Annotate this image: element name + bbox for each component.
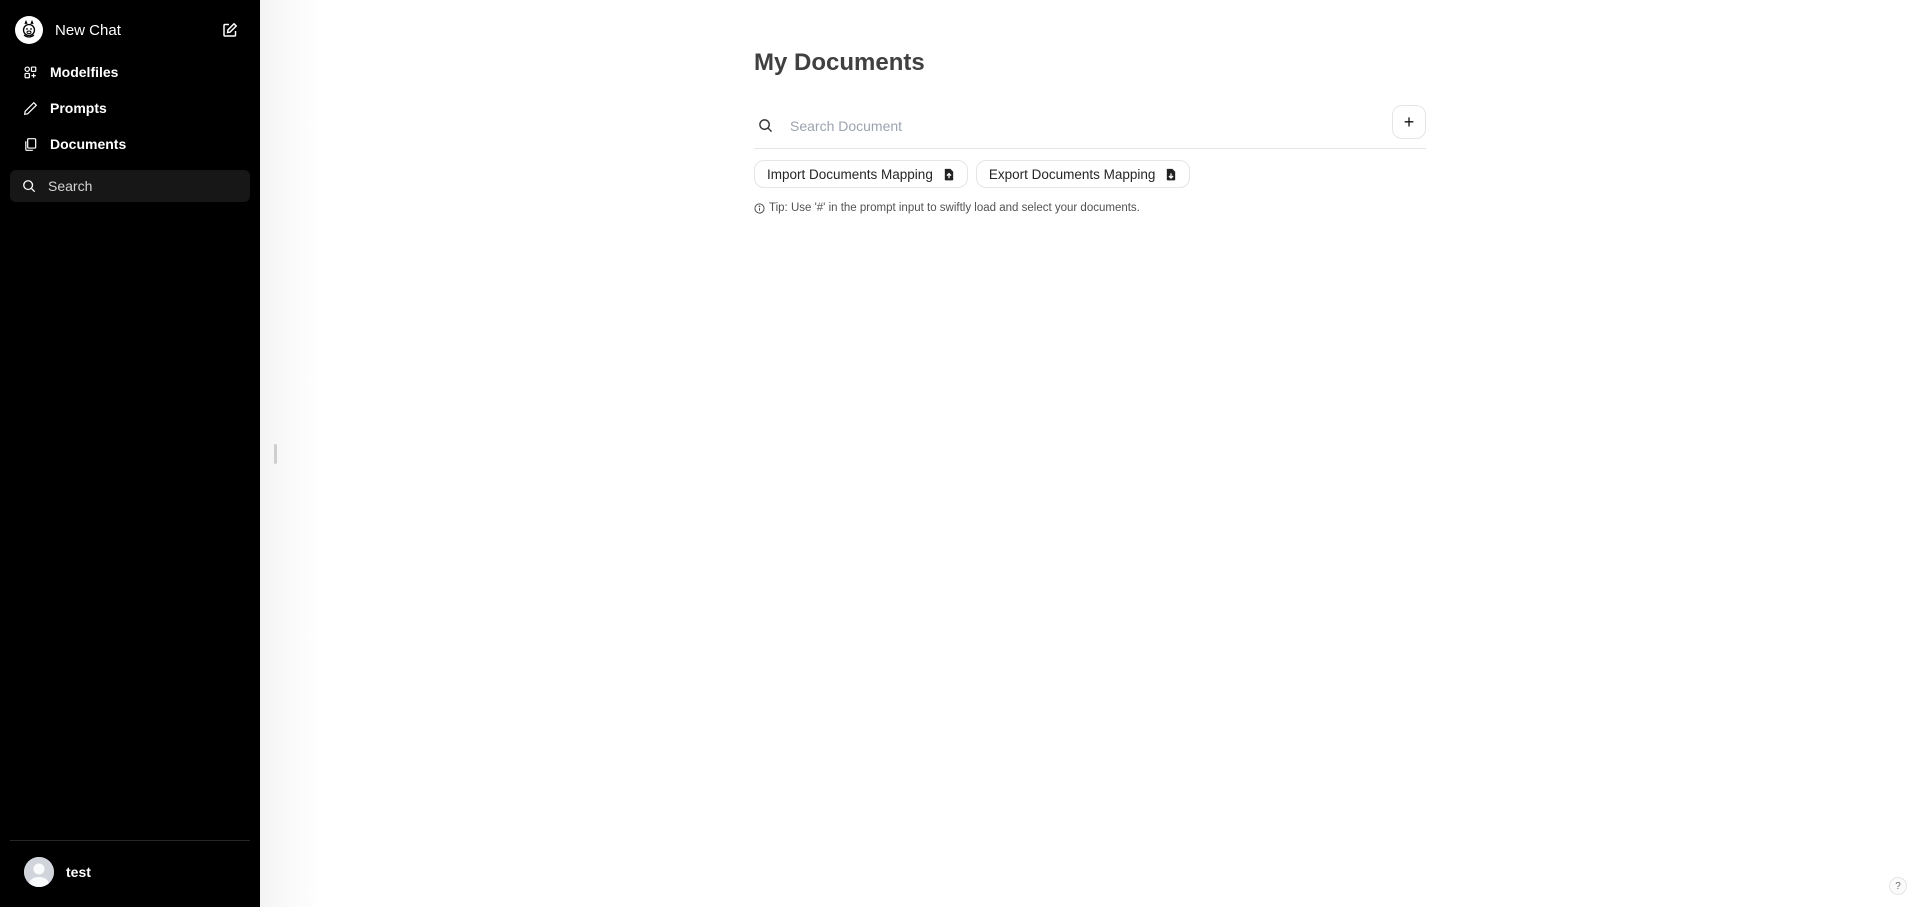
modelfiles-icon — [10, 65, 50, 80]
sidebar-item-prompts[interactable]: Prompts — [10, 92, 250, 124]
edit-icon[interactable] — [218, 18, 242, 42]
sidebar-item-label: Prompts — [50, 100, 107, 116]
sidebar-shadow — [260, 0, 320, 907]
info-icon — [754, 202, 765, 214]
user-name: test — [66, 864, 91, 880]
avatar — [24, 857, 54, 887]
help-button[interactable]: ? — [1889, 877, 1907, 895]
search-icon — [10, 179, 48, 193]
file-upload-icon — [943, 168, 955, 181]
export-documents-mapping-button[interactable]: Export Documents Mapping — [975, 160, 1191, 188]
search-icon — [758, 118, 782, 133]
pencil-icon — [10, 101, 50, 116]
sidebar: New Chat Modelfiles Prompts Documents Se… — [0, 0, 260, 907]
new-chat-button[interactable]: New Chat — [10, 12, 250, 48]
sidebar-item-documents[interactable]: Documents — [10, 128, 250, 160]
divider — [10, 840, 250, 841]
document-search-bar: + — [754, 103, 1426, 149]
page-title: My Documents — [754, 49, 925, 76]
tip-text: Tip: Use '#' in the prompt input to swif… — [754, 202, 1140, 214]
user-menu-button[interactable]: test — [10, 856, 250, 888]
document-search-input[interactable] — [790, 117, 1350, 134]
import-button-label: Import Documents Mapping — [767, 166, 933, 182]
sidebar-search-input[interactable] — [48, 178, 238, 194]
sidebar-resize-handle[interactable] — [274, 444, 277, 464]
sidebar-item-label: Modelfiles — [50, 64, 119, 80]
tip-label: Tip: Use '#' in the prompt input to swif… — [769, 202, 1140, 214]
mapping-actions: Import Documents Mapping Export Document… — [754, 160, 1191, 188]
import-documents-mapping-button[interactable]: Import Documents Mapping — [754, 160, 968, 188]
add-document-button[interactable]: + — [1392, 105, 1426, 139]
sidebar-item-modelfiles[interactable]: Modelfiles — [10, 56, 250, 88]
export-button-label: Export Documents Mapping — [988, 166, 1156, 182]
sidebar-item-label: Documents — [50, 136, 127, 152]
new-chat-label: New Chat — [55, 21, 121, 39]
ollama-logo-icon — [15, 16, 43, 44]
file-download-icon — [1165, 168, 1177, 181]
documents-icon — [10, 137, 50, 152]
sidebar-search[interactable] — [10, 170, 250, 202]
